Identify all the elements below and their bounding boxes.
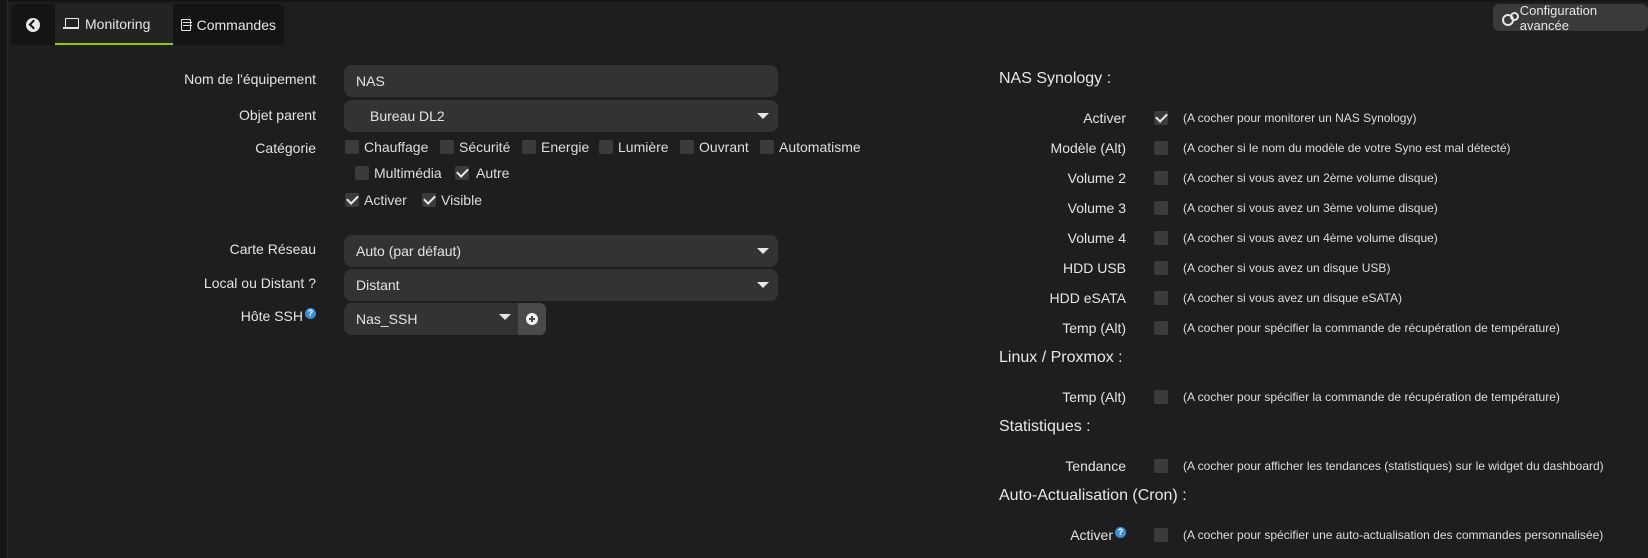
help-icon[interactable]: ?	[305, 308, 316, 319]
category-label-autre: Autre	[476, 165, 510, 181]
category-checkbox-securite[interactable]	[440, 140, 454, 154]
nas-model-checkbox[interactable]	[1154, 141, 1168, 155]
add-ssh-host-button[interactable]	[518, 303, 546, 335]
nas-volume3-checkbox[interactable]	[1154, 201, 1168, 215]
ssh-label-text: Hôte SSH	[240, 308, 303, 324]
linux-row-desc: (A cocher pour spécifier la commande de …	[1183, 390, 1560, 404]
nas-row-desc: (A cocher pour spécifier la commande de …	[1183, 321, 1560, 335]
nas-row-label: HDD USB	[1062, 260, 1126, 276]
stats-row-label: Tendance	[1065, 458, 1126, 474]
top-border	[8, 0, 1648, 2]
back-button[interactable]	[11, 4, 54, 45]
tab-commandes[interactable]: Commandes	[173, 4, 284, 45]
category-label-chauffage: Chauffage	[364, 139, 429, 155]
chevron-down-icon	[757, 113, 769, 119]
visible-label: Visible	[441, 192, 482, 208]
network-label: Carte Réseau	[229, 241, 316, 257]
tab-monitoring[interactable]: Monitoring	[55, 4, 173, 45]
local-label: Local ou Distant ?	[203, 275, 316, 291]
nas-row-label: Temp (Alt)	[1062, 320, 1126, 336]
nas-row-label: Volume 3	[1067, 200, 1126, 216]
left-border	[0, 0, 8, 558]
section-cron-title: Auto-Actualisation (Cron) :	[999, 487, 1187, 504]
category-checkbox-multimedia[interactable]	[355, 166, 369, 180]
nas-row-label: HDD eSATA	[1049, 290, 1127, 306]
nas-row-label: Modèle (Alt)	[1050, 140, 1126, 156]
network-select-value: Auto (par défaut)	[356, 243, 462, 259]
parent-label: Objet parent	[238, 107, 316, 123]
section-nas-title: NAS Synology :	[999, 70, 1112, 87]
nas-row-desc: (A cocher pour monitorer un NAS Synology…	[1183, 111, 1417, 125]
laptop-icon	[63, 17, 79, 30]
chevron-down-icon	[757, 282, 769, 288]
name-input[interactable]: NAS	[344, 65, 778, 97]
advanced-config-button[interactable]: Configuration avancée	[1493, 2, 1648, 33]
category-checkbox-autre[interactable]	[455, 166, 469, 180]
category-label-ouvrant: Ouvrant	[699, 139, 749, 155]
category-checkbox-lumiere[interactable]	[599, 140, 613, 154]
ssh-select[interactable]: Nas_SSH	[344, 303, 520, 335]
arrow-circle-left-icon	[25, 17, 40, 32]
nas-row-desc: (A cocher si vous avez un 3ème volume di…	[1183, 201, 1438, 215]
nas-row-desc: (A cocher si le nom du modèle de votre S…	[1183, 141, 1511, 155]
nas-row-desc: (A cocher si vous avez un disque eSATA)	[1183, 291, 1402, 305]
category-label: Catégorie	[255, 140, 316, 156]
nas-row-label: Volume 4	[1067, 230, 1126, 246]
network-select[interactable]: Auto (par défaut)	[344, 235, 778, 267]
nas-row-desc: (A cocher si vous avez un 2ème volume di…	[1183, 171, 1438, 185]
category-checkbox-ouvrant[interactable]	[680, 140, 694, 154]
nas-row-desc: (A cocher si vous avez un disque USB)	[1183, 261, 1391, 275]
category-checkbox-chauffage[interactable]	[345, 140, 359, 154]
plus-circle-icon	[526, 313, 538, 325]
nas-temp-checkbox[interactable]	[1154, 321, 1168, 335]
name-label: Nom de l'équipement	[184, 71, 316, 87]
tab-monitoring-label: Monitoring	[85, 15, 151, 32]
ssh-select-value: Nas_SSH	[356, 311, 418, 327]
chevron-down-icon	[499, 314, 511, 320]
tab-commandes-label: Commandes	[196, 16, 276, 33]
cron-row-label: Activer?	[926, 527, 1126, 543]
nas-row-label: Volume 2	[1067, 170, 1126, 186]
nas-activate-checkbox[interactable]	[1154, 111, 1168, 125]
cron-activate-checkbox[interactable]	[1154, 528, 1168, 542]
linux-temp-checkbox[interactable]	[1154, 390, 1168, 404]
list-icon	[181, 18, 192, 31]
nas-row-desc: (A cocher si vous avez un 4ème volume di…	[1183, 231, 1438, 245]
cron-row-label-text: Activer	[1070, 527, 1113, 543]
section-linux-title: Linux / Proxmox :	[999, 349, 1123, 366]
section-stats-title: Statistiques :	[999, 418, 1091, 435]
category-label-automatisme: Automatisme	[779, 139, 861, 155]
cron-row-desc: (A cocher pour spécifier une auto-actual…	[1183, 528, 1604, 542]
category-label-energie: Energie	[541, 139, 590, 155]
parent-select[interactable]: Bureau DL2	[344, 100, 778, 132]
stats-row-desc: (A cocher pour afficher les tendances (s…	[1183, 459, 1604, 473]
activate-label: Activer	[364, 192, 407, 208]
local-select[interactable]: Distant	[344, 269, 778, 301]
category-label-lumiere: Lumière	[618, 139, 669, 155]
category-checkbox-automatisme[interactable]	[760, 140, 774, 154]
ssh-label: Hôte SSH?	[56, 308, 316, 324]
advanced-config-label: Configuration avancée	[1519, 2, 1598, 33]
category-label-securite: Sécurité	[459, 139, 511, 155]
stats-trend-checkbox[interactable]	[1154, 459, 1168, 473]
nas-hdd-usb-checkbox[interactable]	[1154, 261, 1168, 275]
nas-volume4-checkbox[interactable]	[1154, 231, 1168, 245]
local-select-value: Distant	[356, 277, 400, 293]
help-icon[interactable]: ?	[1115, 527, 1126, 538]
nas-row-label: Activer	[1083, 110, 1126, 126]
visible-checkbox[interactable]	[422, 193, 436, 207]
gears-icon	[1502, 11, 1519, 26]
category-checkbox-energie[interactable]	[522, 140, 536, 154]
parent-select-value: Bureau DL2	[370, 108, 445, 124]
nas-hdd-esata-checkbox[interactable]	[1154, 291, 1168, 305]
chevron-down-icon	[757, 248, 769, 254]
linux-row-label: Temp (Alt)	[1062, 389, 1126, 405]
activate-checkbox[interactable]	[345, 193, 359, 207]
nas-volume2-checkbox[interactable]	[1154, 171, 1168, 185]
category-label-multimedia: Multimédia	[374, 165, 442, 181]
